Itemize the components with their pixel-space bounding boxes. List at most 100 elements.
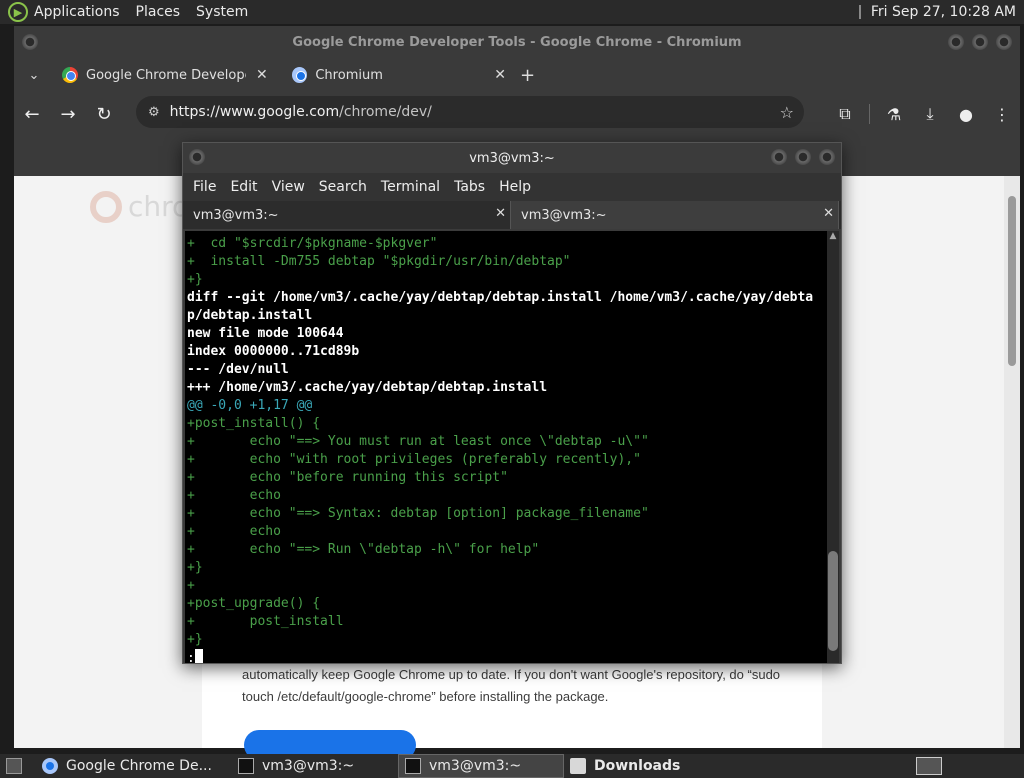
chrome-titlebar[interactable]: Google Chrome Developer Tools - Google C…: [14, 26, 1020, 58]
menu-view[interactable]: View: [272, 179, 305, 195]
chromium-icon: [42, 758, 58, 774]
terminal-line: +}: [187, 560, 203, 575]
taskbar-item-terminal-2[interactable]: vm3@vm3:~: [398, 754, 564, 778]
terminal-line: + echo "before running this script": [187, 470, 508, 485]
bottom-taskbar: Google Chrome De... vm3@vm3:~ vm3@vm3:~ …: [0, 754, 1024, 778]
terminal-line: +}: [187, 632, 203, 647]
tab-close-icon[interactable]: ✕: [823, 206, 834, 221]
labs-flask-icon[interactable]: ⚗: [876, 105, 912, 124]
menu-terminal[interactable]: Terminal: [381, 179, 440, 195]
close-window-button[interactable]: [819, 149, 835, 165]
terminal-line: + echo "==> Syntax: debtap [option] pack…: [187, 506, 649, 521]
profile-avatar-icon[interactable]: ●: [948, 105, 984, 124]
terminal-window: vm3@vm3:~ File Edit View Search Terminal…: [182, 142, 842, 664]
terminal-window-title: vm3@vm3:~: [469, 150, 555, 166]
url-text[interactable]: https://www.google.com/chrome/dev/: [170, 104, 432, 120]
terminal-line: @@ -0,0 +1,17 @@: [187, 398, 313, 413]
reload-icon[interactable]: ↻: [86, 104, 122, 125]
terminal-line: + echo "==> You must run at least once \…: [187, 434, 649, 449]
terminal-line: --- /dev/null: [187, 362, 289, 377]
close-window-button[interactable]: [996, 34, 1012, 50]
page-scrollbar[interactable]: [1004, 176, 1020, 748]
terminal-titlebar[interactable]: vm3@vm3:~: [183, 143, 841, 173]
panel-separator: [858, 5, 861, 19]
terminal-tab-title: vm3@vm3:~: [521, 207, 607, 223]
terminal-line: diff --git /home/vm3/.cache/yay/debtap/d…: [187, 290, 814, 305]
clock[interactable]: Fri Sep 27, 10:28 AM: [871, 4, 1016, 20]
tab-close-icon[interactable]: ✕: [494, 67, 506, 83]
workspace-switcher[interactable]: [916, 757, 942, 775]
terminal-tab-1[interactable]: vm3@vm3:~ ✕: [183, 201, 511, 229]
tab-close-icon[interactable]: ✕: [256, 67, 268, 83]
new-tab-plus-icon[interactable]: +: [520, 65, 535, 86]
show-desktop-icon: [6, 758, 22, 774]
tab-title: Chromium: [315, 67, 383, 83]
taskbar-item-terminal-1[interactable]: vm3@vm3:~: [232, 754, 398, 778]
terminal-output[interactable]: + cd "$srcdir/$pkgname-$pkgver" + install…: [185, 231, 827, 663]
maximize-button[interactable]: [795, 149, 811, 165]
chromium-favicon-icon: [292, 67, 308, 83]
menu-applications[interactable]: Applications: [34, 4, 120, 20]
terminal-line: +++ /home/vm3/.cache/yay/debtap/debtap.i…: [187, 380, 548, 395]
terminal-line: p/debtap.install: [187, 308, 313, 323]
back-arrow-icon[interactable]: ←: [14, 104, 50, 125]
top-panel: ▶ Applications Places System Fri Sep 27,…: [0, 0, 1024, 24]
bookmark-star-icon[interactable]: ☆: [780, 103, 794, 122]
menu-places[interactable]: Places: [136, 4, 181, 20]
site-info-icon[interactable]: ⚙: [148, 105, 160, 120]
menu-edit[interactable]: Edit: [230, 179, 257, 195]
terminal-line: +post_install() {: [187, 416, 321, 431]
terminal-line: + install -Dm755 debtap "$pkgdir/usr/bin…: [187, 254, 571, 269]
more-menu-icon[interactable]: ⋮: [984, 105, 1020, 124]
chrome-toolbar: ← → ↻ ⚙ https://www.google.com/chrome/de…: [14, 92, 1020, 136]
tab-close-icon[interactable]: ✕: [495, 206, 506, 221]
menu-tabs[interactable]: Tabs: [454, 179, 485, 195]
terminal-line: + echo "with root privileges (preferably…: [187, 452, 641, 467]
tab-google-chrome-developer[interactable]: Google Chrome Developer T ✕: [54, 58, 284, 92]
show-desktop-button[interactable]: [0, 754, 36, 778]
terminal-line: +: [187, 578, 195, 593]
terminal-cursor: [194, 649, 203, 663]
terminal-line: + echo "==> Run \"debtap -h\" for help": [187, 542, 540, 557]
chrome-tabbar: ⌄ Google Chrome Developer T ✕ Chromium ✕…: [14, 58, 1020, 92]
download-icon[interactable]: ⤓: [912, 104, 948, 124]
page-paragraph: automatically keep Google Chrome up to d…: [242, 667, 781, 704]
terminal-scrollbar-thumb[interactable]: [828, 551, 838, 651]
terminal-line: + post_install: [187, 614, 344, 629]
scroll-up-arrow-icon[interactable]: ▲: [827, 231, 839, 243]
terminal-icon: [405, 758, 421, 774]
minimize-button[interactable]: [771, 149, 787, 165]
menu-file[interactable]: File: [193, 179, 216, 195]
chrome-logo-icon: [90, 190, 122, 223]
menu-search[interactable]: Search: [319, 179, 367, 195]
pager-prompt: :: [187, 651, 195, 663]
taskbar-item-chrome[interactable]: Google Chrome De...: [36, 754, 232, 778]
terminal-line: index 0000000..71cd89b: [187, 344, 360, 359]
chrome-window-title: Google Chrome Developer Tools - Google C…: [292, 34, 742, 50]
extensions-puzzle-icon[interactable]: ⧉: [827, 104, 863, 124]
terminal-line: + echo: [187, 488, 281, 503]
chrome-page-logo: chro: [90, 190, 189, 223]
tab-chromium[interactable]: Chromium ✕: [284, 58, 514, 92]
terminal-tabbar: vm3@vm3:~ ✕ vm3@vm3:~ ✕: [183, 201, 841, 229]
terminal-line: + echo: [187, 524, 281, 539]
terminal-prompt-line[interactable]: :: [187, 649, 827, 663]
minimize-button[interactable]: [948, 34, 964, 50]
menu-help[interactable]: Help: [499, 179, 531, 195]
tab-search-chevron-icon[interactable]: ⌄: [14, 68, 54, 83]
terminal-tab-title: vm3@vm3:~: [193, 207, 279, 223]
terminal-tab-2[interactable]: vm3@vm3:~ ✕: [511, 201, 839, 229]
window-menu-button[interactable]: [22, 34, 38, 50]
distro-logo-icon[interactable]: ▶: [8, 2, 28, 22]
folder-icon: [570, 758, 586, 774]
terminal-scrollbar[interactable]: ▲: [827, 231, 839, 663]
taskbar-item-downloads[interactable]: Downloads: [564, 754, 704, 778]
terminal-line: +post_upgrade() {: [187, 596, 321, 611]
address-bar[interactable]: ⚙ https://www.google.com/chrome/dev/ ☆: [136, 96, 804, 128]
window-menu-button[interactable]: [189, 149, 205, 165]
menu-system[interactable]: System: [196, 4, 248, 20]
forward-arrow-icon[interactable]: →: [50, 104, 86, 125]
page-scrollbar-thumb[interactable]: [1008, 196, 1016, 366]
terminal-menubar: File Edit View Search Terminal Tabs Help: [183, 173, 841, 201]
maximize-button[interactable]: [972, 34, 988, 50]
